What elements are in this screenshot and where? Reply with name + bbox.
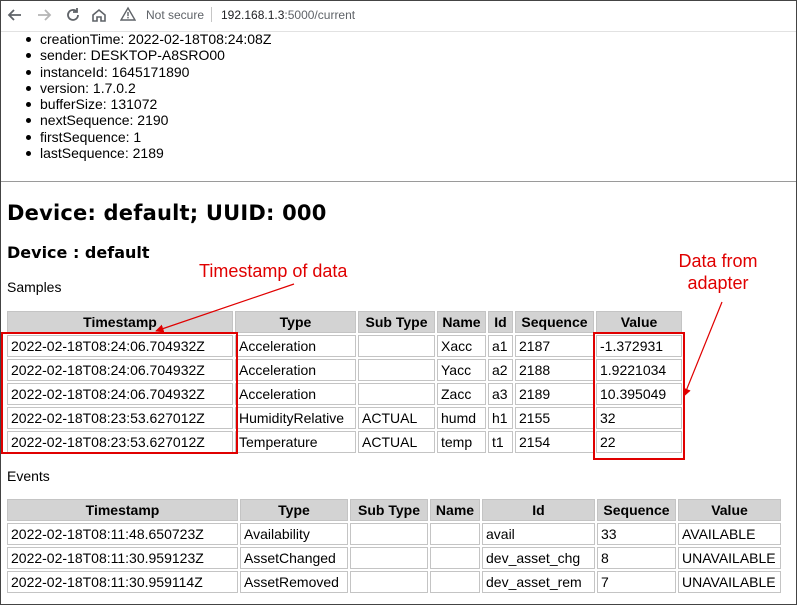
cell-type: Temperature xyxy=(235,431,356,453)
first-sequence: firstSequence: 1 xyxy=(25,129,271,145)
adapter-arrow xyxy=(682,301,723,397)
cell-sequence: 2188 xyxy=(515,359,594,381)
col-sequence: Sequence xyxy=(597,499,676,521)
security-label[interactable]: Not secure xyxy=(146,8,204,22)
cell-subtype xyxy=(350,571,428,593)
cell-timestamp: 2022-02-18T08:11:30.959123Z xyxy=(7,547,238,569)
col-sequence: Sequence xyxy=(515,311,594,333)
cell-value: UNAVAILABLE xyxy=(678,571,781,593)
samples-header-row: Timestamp Type Sub Type Name Id Sequence… xyxy=(7,311,682,333)
col-value: Value xyxy=(596,311,682,333)
timestamp-highlight-box xyxy=(1,332,238,454)
cell-sequence: 33 xyxy=(597,523,676,545)
cell-type: Acceleration xyxy=(235,383,356,405)
col-timestamp: Timestamp xyxy=(7,311,233,333)
cell-id: avail xyxy=(482,523,595,545)
timestamp-annotation: Timestamp of data xyxy=(199,261,348,281)
events-header-row: Timestamp Type Sub Type Name Id Sequence… xyxy=(7,499,781,521)
cell-type: AssetChanged xyxy=(240,547,348,569)
cell-subtype xyxy=(358,335,435,357)
creation-time: creationTime: 2022-02-18T08:24:08Z xyxy=(25,31,272,47)
header-info-list: creationTime: 2022-02-18T08:24:08Z sende… xyxy=(25,31,272,161)
cell-name xyxy=(430,523,480,545)
cell-type: Acceleration xyxy=(235,335,356,357)
adapter-annotation-line2: adapter xyxy=(687,273,749,293)
cell-sequence: 8 xyxy=(597,547,676,569)
component-heading: Device : default xyxy=(7,243,150,262)
omnibox-divider xyxy=(211,7,212,22)
cell-id: dev_asset_rem xyxy=(482,571,595,593)
cell-value: AVAILABLE xyxy=(678,523,781,545)
forward-icon[interactable] xyxy=(35,6,53,24)
device-heading: Device: default; UUID: 000 xyxy=(7,201,327,225)
cell-name xyxy=(430,547,480,569)
last-sequence: lastSequence: 2189 xyxy=(25,145,271,161)
samples-label: Samples xyxy=(7,279,62,295)
adapter-annotation-line1: Data from xyxy=(678,251,758,271)
cell-id: dev_asset_chg xyxy=(482,547,595,569)
version: version: 1.7.0.2 xyxy=(25,80,271,96)
warning-icon[interactable] xyxy=(119,6,137,22)
col-id: Id xyxy=(482,499,595,521)
browser-toolbar: Not secure 192.168.1.3:5000/current xyxy=(0,0,797,32)
value-highlight-box xyxy=(593,332,685,460)
url-host: 192.168.1.3 xyxy=(221,8,285,22)
col-type: Type xyxy=(240,499,348,521)
cell-subtype xyxy=(358,383,435,405)
home-icon[interactable] xyxy=(90,6,108,24)
url-path: :5000/current xyxy=(284,8,356,22)
cell-subtype: ACTUAL xyxy=(358,431,435,453)
cell-type: HumidityRelative xyxy=(235,407,356,429)
cell-sequence: 2187 xyxy=(515,335,594,357)
col-subtype: Sub Type xyxy=(350,499,428,521)
cell-sequence: 2189 xyxy=(515,383,594,405)
adapter-annotation: Data from adapter xyxy=(668,250,768,294)
cell-id: a3 xyxy=(488,383,513,405)
cell-type: Acceleration xyxy=(235,359,356,381)
instance-id: instanceId: 1645171890 xyxy=(25,64,271,80)
cell-name: Yacc xyxy=(437,359,486,381)
table-row: 2022-02-18T08:11:30.959123Z AssetChanged… xyxy=(7,547,781,569)
cell-type: AssetRemoved xyxy=(240,571,348,593)
col-id: Id xyxy=(488,311,513,333)
address-bar[interactable]: Not secure 192.168.1.3:5000/current xyxy=(116,4,716,26)
cell-timestamp: 2022-02-18T08:11:48.650723Z xyxy=(7,523,238,545)
table-row: 2022-02-18T08:11:48.650723Z Availability… xyxy=(7,523,781,545)
cell-subtype: ACTUAL xyxy=(358,407,435,429)
cell-name: Xacc xyxy=(437,335,486,357)
cell-timestamp: 2022-02-18T08:11:30.959114Z xyxy=(7,571,238,593)
col-subtype: Sub Type xyxy=(358,311,435,333)
col-type: Type xyxy=(235,311,356,333)
cell-subtype xyxy=(358,359,435,381)
next-sequence: nextSequence: 2190 xyxy=(25,112,271,128)
sender: sender: DESKTOP-A8SRO00 xyxy=(25,47,271,63)
cell-name: temp xyxy=(437,431,486,453)
cell-sequence: 2155 xyxy=(515,407,594,429)
cell-name: humd xyxy=(437,407,486,429)
cell-id: h1 xyxy=(488,407,513,429)
cell-type: Availability xyxy=(240,523,348,545)
reload-icon[interactable] xyxy=(64,6,82,24)
buffer-size: bufferSize: 131072 xyxy=(25,96,271,112)
table-row: 2022-02-18T08:11:30.959114Z AssetRemoved… xyxy=(7,571,781,593)
cell-subtype xyxy=(350,523,428,545)
col-name: Name xyxy=(437,311,486,333)
url-text[interactable]: 192.168.1.3:5000/current xyxy=(221,8,355,22)
cell-sequence: 7 xyxy=(597,571,676,593)
cell-name xyxy=(430,571,480,593)
cell-id: t1 xyxy=(488,431,513,453)
cell-subtype xyxy=(350,547,428,569)
horizontal-rule xyxy=(0,181,797,182)
events-table: Timestamp Type Sub Type Name Id Sequence… xyxy=(5,497,783,595)
col-name: Name xyxy=(430,499,480,521)
cell-sequence: 2154 xyxy=(515,431,594,453)
events-label: Events xyxy=(7,468,50,484)
col-timestamp: Timestamp xyxy=(7,499,238,521)
cell-id: a1 xyxy=(488,335,513,357)
cell-name: Zacc xyxy=(437,383,486,405)
back-icon[interactable] xyxy=(6,6,24,24)
cell-id: a2 xyxy=(488,359,513,381)
cell-value: UNAVAILABLE xyxy=(678,547,781,569)
col-value: Value xyxy=(678,499,781,521)
